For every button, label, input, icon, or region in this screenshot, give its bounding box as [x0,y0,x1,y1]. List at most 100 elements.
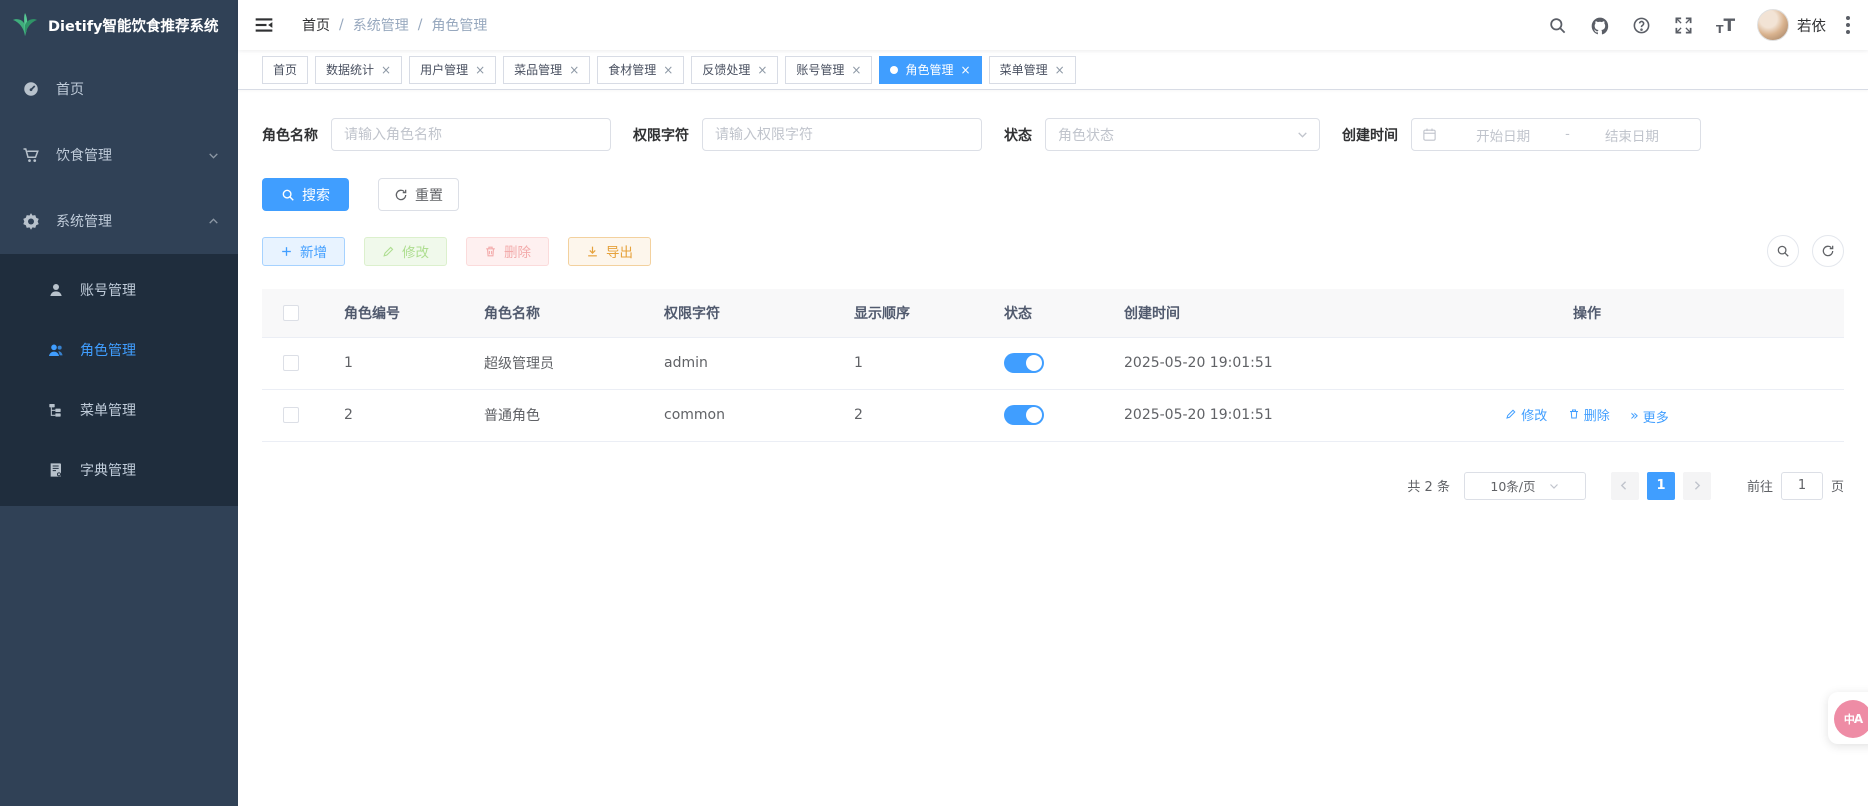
export-button[interactable]: 导出 [568,236,651,266]
sidebar-item-dict[interactable]: 字典管理 [0,440,238,500]
tab-home[interactable]: 首页 [262,55,309,84]
logo-row[interactable]: Dietify智能饮食推荐系统 [0,0,238,50]
tab-user-mgmt[interactable]: 用户管理 × [409,55,497,84]
page-number-1[interactable]: 1 [1646,471,1675,500]
row-checkbox[interactable] [283,407,299,423]
github-icon[interactable] [1590,16,1609,35]
edit-button[interactable]: 修改 [364,236,447,266]
tab-feedback[interactable]: 反馈处理 × [691,55,779,84]
status-label: 状态 [1004,127,1032,144]
help-icon[interactable] [1632,16,1651,35]
more-menu-icon[interactable] [1842,12,1854,38]
font-size-icon[interactable]: TT [1716,16,1735,35]
next-page-button[interactable] [1682,471,1711,500]
cell-perm-key: admin [640,337,830,390]
status-select-placeholder: 角色状态 [1058,127,1114,144]
perm-key-label: 权限字符 [633,127,689,144]
cell-created: 2025-05-20 19:01:51 [1100,389,1330,442]
fullscreen-icon[interactable] [1674,16,1693,35]
filter-form: 角色名称 权限字符 状态 角色状态 创 [262,118,1844,151]
row-edit-link[interactable]: 修改 [1505,405,1547,424]
sidebar: Dietify智能饮食推荐系统 首页 饮食管理 系统管理 账号管理 角色管理 菜… [0,0,238,806]
status-toggle[interactable] [1004,405,1044,425]
filter-role-name: 角色名称 [262,118,611,151]
status-toggle[interactable] [1004,353,1044,373]
sidebar-item-system[interactable]: 系统管理 [0,188,238,254]
header-role-name: 角色名称 [460,289,640,338]
tab-ingredient-mgmt[interactable]: 食材管理 × [597,55,685,84]
prev-page-button[interactable] [1610,471,1639,500]
goto-page-input[interactable] [1780,471,1823,500]
app-screen: Dietify智能饮食推荐系统 首页 饮食管理 系统管理 账号管理 角色管理 菜… [0,0,1868,806]
tab-role-mgmt[interactable]: 角色管理 × [879,55,982,84]
delete-button[interactable]: 删除 [466,236,549,266]
sidebar-item-label: 菜单管理 [80,403,136,419]
refresh-icon [394,188,408,202]
search-button[interactable]: 搜索 [262,178,349,211]
sidebar-item-home[interactable]: 首页 [0,56,238,122]
status-select[interactable]: 角色状态 [1045,118,1320,151]
user-avatar[interactable] [1757,9,1789,41]
date-range-picker[interactable]: 开始日期 - 结束日期 [1411,118,1701,151]
close-icon[interactable]: × [663,64,673,76]
row-checkbox[interactable] [283,355,299,371]
row-delete-link[interactable]: 删除 [1568,405,1610,424]
page-content: 角色名称 权限字符 状态 角色状态 创 [238,90,1868,806]
cell-role-id: 1 [320,337,460,390]
cart-icon [22,146,40,164]
pagination: 共 2 条 10条/页 1 前往 页 [262,471,1844,500]
search-icon [281,188,295,202]
sidebar-item-diet[interactable]: 饮食管理 [0,122,238,188]
tab-data-stats[interactable]: 数据统计 × [315,55,403,84]
table-row: 2 普通角色 common 2 2025-05-20 19:01:51 修改 删… [262,389,1844,442]
add-button[interactable]: 新增 [262,236,345,266]
tags-view-bar: 首页 数据统计 × 用户管理 × 菜品管理 × 食材管理 × 反馈处理 × 账号管理 × 角… [238,50,1868,90]
sidebar-item-accounts[interactable]: 账号管理 [0,260,238,320]
chevron-down-icon [1296,128,1309,141]
tab-menu-mgmt[interactable]: 菜单管理 × [988,55,1076,84]
tab-dish-mgmt[interactable]: 菜品管理 × [503,55,591,84]
user-name[interactable]: 若依 [1797,15,1826,36]
header-created: 创建时间 [1100,289,1330,338]
close-icon[interactable]: × [961,64,971,76]
role-name-input[interactable] [331,118,611,151]
filter-create-time: 创建时间 开始日期 - 结束日期 [1342,118,1701,151]
close-icon[interactable]: × [381,64,391,76]
cell-role-id: 2 [320,389,460,442]
sidebar-item-label: 系统管理 [56,214,112,230]
breadcrumb-home[interactable]: 首页 [302,15,330,35]
translate-button[interactable]: 中A [1834,700,1868,738]
page-size-select[interactable]: 10条/页 [1463,471,1586,500]
pagination-total: 共 2 条 [1407,480,1450,495]
dashboard-icon [22,80,40,98]
app-logo-leaf-icon [10,10,40,40]
header-order: 显示顺序 [830,289,990,338]
end-date-placeholder[interactable]: 结束日期 [1574,125,1690,145]
toggle-search-button[interactable] [1767,235,1799,267]
chevron-up-icon [207,215,220,228]
search-icon[interactable] [1548,16,1567,35]
close-icon[interactable]: × [757,64,767,76]
header-status: 状态 [990,289,1100,338]
reset-button[interactable]: 重置 [378,178,459,211]
close-icon[interactable]: × [851,64,861,76]
sidebar-fold-icon[interactable] [254,15,274,35]
close-icon[interactable]: × [569,64,579,76]
navbar-right: TT 若依 [1525,9,1854,41]
sidebar-item-menus[interactable]: 菜单管理 [0,380,238,440]
close-icon[interactable]: × [1055,64,1065,76]
goto-label: 前往 [1746,480,1773,495]
tab-account-mgmt[interactable]: 账号管理 × [785,55,873,84]
sidebar-menu: 首页 饮食管理 系统管理 账号管理 角色管理 菜单管理 字典管理 [0,50,238,506]
start-date-placeholder[interactable]: 开始日期 [1445,125,1561,145]
refresh-table-button[interactable] [1812,235,1844,267]
role-name-label: 角色名称 [262,127,318,144]
close-icon[interactable]: × [475,64,485,76]
perm-key-input[interactable] [702,118,982,151]
row-more-link[interactable]: » 更多 [1630,407,1669,426]
trash-icon [1569,409,1578,419]
trash-icon [484,245,497,258]
select-all-checkbox[interactable] [283,304,299,321]
dictionary-icon [48,462,64,478]
sidebar-item-roles[interactable]: 角色管理 [0,320,238,380]
